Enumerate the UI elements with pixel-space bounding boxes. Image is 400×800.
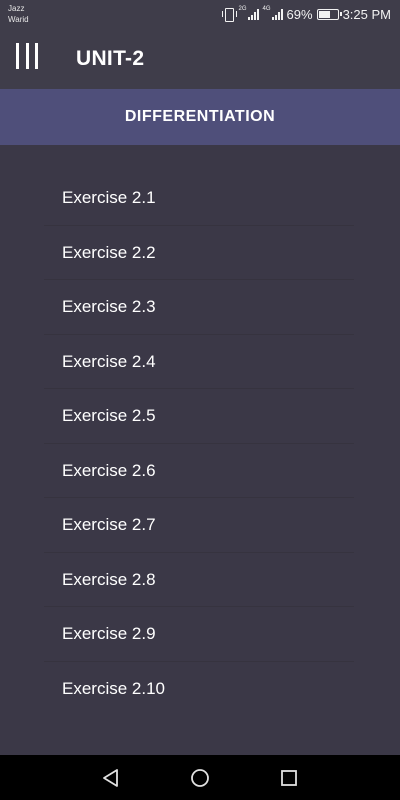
list-item[interactable]: Exercise 2.5 (44, 389, 354, 444)
list-item[interactable]: Exercise 2.4 (44, 335, 354, 389)
list-item[interactable]: Exercise 2.10 (44, 662, 354, 717)
exercise-label: Exercise 2.1 (62, 188, 156, 207)
list-item[interactable]: Exercise 2.1 (44, 171, 354, 226)
network-type-1: 2G (238, 6, 247, 12)
exercise-label: Exercise 2.2 (62, 242, 156, 262)
app-bar: UNIT-2 (0, 28, 400, 89)
status-bar: Jazz Warid 2G 4G 69% 3:25 PM (0, 0, 400, 28)
list-item[interactable]: Exercise 2.6 (44, 444, 354, 498)
page-title: UNIT-2 (76, 47, 145, 70)
home-icon[interactable] (188, 766, 212, 790)
navigation-bar (0, 755, 400, 800)
battery-percent: 69% (286, 6, 313, 22)
list-item[interactable]: Exercise 2.9 (44, 607, 354, 662)
list-item[interactable]: Exercise 2.7 (44, 498, 354, 553)
status-indicators: 2G 4G 69% 3:25 PM (221, 6, 391, 22)
exercise-label: Exercise 2.7 (62, 515, 156, 534)
list-item[interactable]: Exercise 2.8 (44, 553, 354, 607)
exercise-label: Exercise 2.9 (62, 624, 156, 643)
carrier-line-1: Jazz (8, 4, 25, 13)
back-icon[interactable] (99, 766, 123, 790)
signal-icon (271, 8, 283, 20)
section-header: DIFFERENTIATION (0, 89, 400, 145)
exercise-label: Exercise 2.5 (62, 406, 156, 425)
exercise-list: Exercise 2.1 Exercise 2.2 Exercise 2.3 Exer… (0, 145, 400, 755)
clock: 3:25 PM (342, 6, 391, 22)
network-type-2: 4G (262, 6, 271, 12)
exercise-label: Exercise 2.3 (62, 297, 156, 316)
battery-level (318, 10, 331, 18)
exercise-label: Exercise 2.8 (62, 569, 156, 589)
signal-icon (247, 8, 259, 20)
recents-icon[interactable] (277, 766, 301, 790)
battery-icon (316, 8, 342, 20)
exercise-label: Exercise 2.10 (62, 678, 165, 698)
exercise-label: Exercise 2.6 (62, 460, 156, 480)
menu-icon[interactable] (16, 43, 38, 69)
exercise-label: Exercise 2.4 (62, 351, 156, 371)
list-item[interactable]: Exercise 2.2 (44, 226, 354, 280)
carrier-line-2: Warid (8, 15, 29, 24)
carrier-name: Jazz Warid (8, 3, 29, 25)
list-item[interactable]: Exercise 2.3 (44, 280, 354, 335)
vibrate-icon (221, 8, 237, 22)
